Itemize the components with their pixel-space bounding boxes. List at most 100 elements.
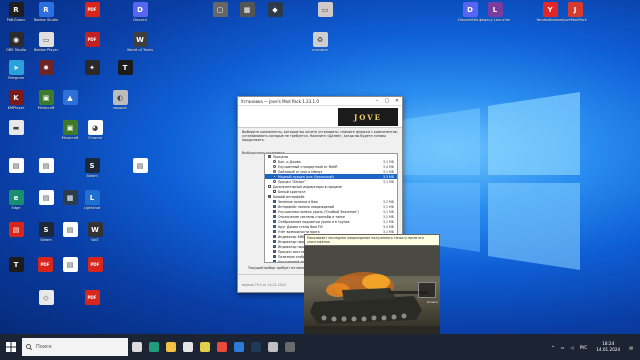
- desktop-shortcut[interactable]: ▤: [125, 158, 155, 188]
- language-indicator[interactable]: РУС: [580, 345, 588, 350]
- component-radio[interactable]: [273, 170, 276, 173]
- component-radio[interactable]: [273, 175, 276, 178]
- desktop-shortcut[interactable]: ▲: [55, 90, 85, 120]
- installer-titlebar[interactable]: Установка — Jove's Mod Pack 1.23.1.0 – ▢…: [238, 97, 402, 106]
- component-checkbox[interactable]: [273, 225, 276, 228]
- desktop-shortcut[interactable]: L Lightshot: [77, 190, 107, 220]
- taskbar-search-box[interactable]: Поиск: [22, 338, 128, 356]
- component-checkbox[interactable]: [273, 240, 276, 243]
- edge-icon[interactable]: [145, 334, 162, 360]
- component-checkbox[interactable]: [273, 255, 276, 258]
- jove-banner-text: JOVE: [353, 112, 383, 122]
- desktop-shortcut[interactable]: R Roblox Studio: [31, 2, 61, 32]
- component-checkbox[interactable]: [273, 205, 276, 208]
- desktop-shortcut[interactable]: ➤ Telegram: [1, 60, 31, 90]
- component-checkbox[interactable]: [273, 245, 276, 248]
- desktop-shortcut[interactable]: ♻ корзина: [305, 32, 335, 62]
- component-row[interactable]: Бан- и Джова 3,1 МБ: [265, 159, 397, 164]
- minimize-icon[interactable]: –: [372, 98, 382, 104]
- component-checkbox[interactable]: [268, 155, 271, 158]
- component-radio[interactable]: [273, 160, 276, 163]
- desktop-shortcut[interactable]: J JoveModPack: [560, 2, 590, 32]
- maximize-icon[interactable]: ▢: [382, 98, 392, 104]
- desktop-shortcut[interactable]: PDF: [77, 290, 107, 320]
- start-button[interactable]: [0, 334, 22, 360]
- component-row[interactable]: Дополнительные индикаторы в прицеле: [265, 184, 397, 189]
- close-icon[interactable]: ✕: [392, 98, 402, 104]
- desktop-shortcut[interactable]: ▤: [1, 222, 31, 252]
- component-row[interactable]: Боевой интерфейс: [265, 194, 397, 199]
- desktop-shortcut[interactable]: ◉ OBS Studio: [1, 32, 31, 62]
- component-row[interactable]: Интерфейс панель повреждений 3,1 МБ: [265, 204, 397, 209]
- desktop-shortcut[interactable]: ◕ Chrome: [80, 120, 110, 150]
- chrome-icon[interactable]: [196, 334, 213, 360]
- desktop-shortcut[interactable]: ◇: [31, 290, 61, 320]
- component-row[interactable]: Улучшенный стандартный от MeltR 3,4 МБ: [265, 164, 397, 169]
- desktop-shortcut[interactable]: ▤: [1, 158, 31, 188]
- desktop-shortcut[interactable]: R Роб.Блокс: [1, 2, 31, 32]
- desktop-shortcut[interactable]: K KMPlayer: [1, 90, 31, 120]
- component-row[interactable]: Лайтовый от Jove и Иммуэ 3,1 МБ: [265, 169, 397, 174]
- component-checkbox[interactable]: [273, 230, 276, 233]
- desktop-shortcut[interactable]: S Steam: [77, 158, 107, 188]
- desktop-shortcut[interactable]: e Edge: [1, 190, 31, 220]
- component-row[interactable]: Белый кристалл: [265, 189, 397, 194]
- component-row[interactable]: Модный прицел Jove (Уральский) 3,3 МБ: [265, 174, 397, 179]
- search-icon: [26, 344, 32, 350]
- desktop-shortcut[interactable]: W WoT: [80, 222, 110, 252]
- component-checkbox[interactable]: [268, 195, 271, 198]
- shortcut-icon[interactable]: [264, 334, 281, 360]
- taskbar-clock[interactable]: 18:24 14.01.2024: [596, 341, 620, 353]
- notifications-icon[interactable]: ▤: [629, 345, 633, 350]
- task-view-icon[interactable]: [128, 334, 145, 360]
- desktop-shortcut[interactable]: PDF: [77, 32, 107, 62]
- component-row[interactable]: Прицел "Zectan" 3,1 МБ: [265, 179, 397, 184]
- desktop-shortcut[interactable]: T: [1, 257, 31, 287]
- component-row[interactable]: Улучшенная панель урона ("Особый Значени…: [265, 209, 397, 214]
- desktop-shortcut[interactable]: PDF: [77, 2, 107, 32]
- component-row[interactable]: Прицелы: [265, 154, 397, 159]
- installer-icon[interactable]: [281, 334, 298, 360]
- desktop-shortcut[interactable]: ▬: [1, 120, 31, 150]
- desktop-shortcut[interactable]: D Discord: [125, 2, 155, 32]
- vpn-icon[interactable]: [230, 334, 247, 360]
- component-checkbox[interactable]: [273, 200, 276, 203]
- desktop-shortcut[interactable]: ✸: [31, 60, 61, 90]
- component-size: 3,1 МБ: [382, 229, 394, 234]
- component-checkbox[interactable]: [273, 220, 276, 223]
- desktop-shortcut[interactable]: ▦: [232, 2, 262, 32]
- desktop-shortcut[interactable]: ✦: [77, 60, 107, 90]
- steam-icon[interactable]: [247, 334, 264, 360]
- tray-chevron-icon[interactable]: ^: [551, 345, 554, 350]
- yandex-icon[interactable]: [213, 334, 230, 360]
- desktop-shortcut[interactable]: ▢: [205, 2, 235, 32]
- component-checkbox[interactable]: [273, 250, 276, 253]
- component-radio[interactable]: [273, 180, 276, 183]
- desktop-shortcut[interactable]: T: [110, 60, 140, 90]
- desktop-shortcut[interactable]: PDF: [80, 257, 110, 287]
- network-icon[interactable]: ▭: [561, 345, 565, 350]
- component-checkbox[interactable]: [273, 260, 276, 262]
- component-row[interactable]: Отключение системы стрельбы в танке 3,2 М…: [265, 214, 397, 219]
- component-checkbox[interactable]: [273, 215, 276, 218]
- desktop-shortcut[interactable]: ◆: [260, 2, 290, 32]
- component-row[interactable]: Круг Джова стены бою FIS 3,4 МБ: [265, 224, 397, 229]
- component-checkbox[interactable]: [268, 185, 271, 188]
- desktop-shortcut[interactable]: L Legacy Launcher: [480, 2, 510, 32]
- desktop-shortcut[interactable]: W World of Tanks: [125, 32, 155, 62]
- explorer-icon[interactable]: [162, 334, 179, 360]
- component-row[interactable]: Зелёные полоски в бою 3,2 МБ: [265, 199, 397, 204]
- store-icon[interactable]: [179, 334, 196, 360]
- desktop-shortcut[interactable]: ▤: [31, 158, 61, 188]
- volume-icon[interactable]: ◁: [571, 345, 574, 350]
- shortcut-label: Legacy Launcher: [480, 18, 510, 22]
- component-row[interactable]: Отображение подсветки уроне и в трупах 3,…: [265, 219, 397, 224]
- component-radio[interactable]: [273, 165, 276, 168]
- desktop-shortcut[interactable]: ▭ Roblox Player: [31, 32, 61, 62]
- desktop-shortcut[interactable]: ◐ мышка: [105, 90, 135, 120]
- component-checkbox[interactable]: [273, 235, 276, 238]
- desktop-shortcut[interactable]: ▭: [310, 2, 340, 32]
- desktop-shortcut[interactable]: PDF: [30, 257, 60, 287]
- component-checkbox[interactable]: [273, 210, 276, 213]
- component-checkbox[interactable]: [273, 190, 276, 193]
